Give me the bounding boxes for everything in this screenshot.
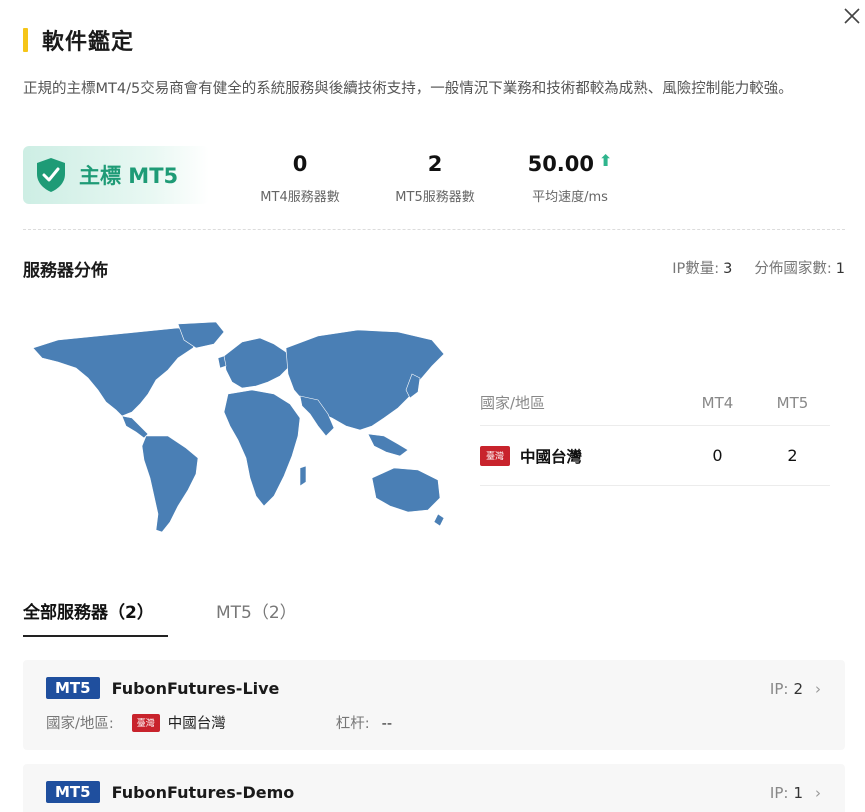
close-button[interactable] (842, 6, 862, 26)
region-label: 國家/地區: (46, 716, 114, 732)
server-name: FubonFutures-Live (111, 678, 280, 698)
map-asia (285, 329, 445, 431)
mt5-count: 2 (787, 446, 798, 465)
server-card-header: MT5 FubonFutures-Live (46, 677, 279, 699)
taiwan-flag-icon: 臺灣 (480, 445, 510, 466)
title-accent-bar (23, 28, 28, 52)
leverage: 杠杆: -- (336, 712, 392, 733)
column-header-region: 國家/地區 (480, 394, 546, 412)
server-details: 國家/地區: 臺灣 中國台灣 杠杆: -- (46, 712, 392, 733)
map-central-america (121, 415, 149, 439)
region-cell: 臺灣 中國台灣 (480, 445, 680, 467)
server-card-demo[interactable]: MT5 FubonFutures-Demo IP: 1 › (23, 764, 845, 812)
server-card-header: MT5 FubonFutures-Demo (46, 781, 294, 803)
stat-value: 50.00 (527, 152, 595, 176)
map-south-america (141, 435, 199, 533)
column-header-mt5: MT5 (776, 393, 809, 412)
country-count-value: 1 (835, 261, 845, 277)
platform-tag: MT5 (46, 677, 100, 699)
stat-label: MT4服務器數 (260, 190, 340, 205)
description: 正規的主標MT4/5交易商會有健全的系統服務與後續技術支持，一般情況下業務和技術… (23, 81, 793, 97)
country-count-label: 分佈國家數: (754, 261, 832, 277)
tab-mt5[interactable]: MT5（2） (216, 598, 297, 637)
stat-label: 平均速度/ms (532, 190, 608, 205)
map-australia (371, 467, 441, 513)
server-ip-count: IP: 1 › (770, 784, 821, 802)
distribution-summary: IP數量: 3 分佈國家數: 1 (672, 257, 845, 278)
chevron-right-icon: › (815, 680, 821, 698)
server-tabs: 全部服務器（2） MT5（2） (23, 598, 345, 637)
stat-mt4-servers: 0 MT4服務器數 (250, 150, 350, 205)
arrow-up-icon: ⬆ (599, 150, 613, 170)
region-value: 中國台灣 (167, 716, 226, 732)
ip-count-value: 3 (723, 261, 733, 277)
map-madagascar (299, 465, 307, 487)
mt4-count: 0 (712, 446, 723, 465)
leverage-value: -- (381, 716, 393, 732)
page-title: 軟件鑑定 (42, 30, 135, 55)
ip-count-stat: IP數量: 3 (672, 257, 732, 278)
header: 軟件鑑定 (23, 26, 135, 55)
divider (23, 229, 845, 230)
map-southeast-asia (367, 433, 409, 457)
stat-label: MT5服務器數 (395, 190, 475, 205)
close-icon (844, 8, 860, 24)
map-europe (223, 337, 291, 389)
taiwan-flag-icon: 臺灣 (131, 713, 160, 732)
region-table: 國家/地區 MT4 MT5 臺灣 中國台灣 0 2 (480, 380, 830, 486)
shield-check-icon (37, 158, 65, 192)
region-name: 中國台灣 (520, 447, 583, 466)
ip-label: IP: (769, 784, 789, 802)
region-table-header: 國家/地區 MT4 MT5 (480, 380, 830, 426)
country-count-stat: 分佈國家數: 1 (754, 257, 845, 278)
ip-count-label: IP數量: (672, 261, 720, 277)
ip-value: 1 (793, 784, 803, 802)
chevron-right-icon: › (815, 784, 821, 802)
ip-value: 2 (793, 680, 803, 698)
server-ip-count: IP: 2 › (770, 680, 821, 698)
stat-value: 0 (292, 152, 308, 176)
platform-tag: MT5 (46, 781, 100, 803)
table-row: 臺灣 中國台灣 0 2 (480, 426, 830, 486)
stat-value-row: 50.00 ⬆ (520, 150, 620, 178)
badge-label: 主標 MT5 (79, 164, 179, 188)
software-badge: 主標 MT5 (23, 146, 209, 204)
ip-label: IP: (769, 680, 789, 698)
map-africa (223, 389, 301, 507)
map-new-zealand (433, 513, 445, 527)
server-name: FubonFutures-Demo (111, 782, 295, 802)
server-card-live[interactable]: MT5 FubonFutures-Live IP: 2 › 國家/地區: 臺灣 … (23, 660, 845, 750)
stat-value: 2 (427, 152, 443, 176)
tab-all-servers[interactable]: 全部服務器（2） (23, 598, 168, 637)
section-title: 服務器分佈 (23, 261, 108, 281)
stat-average-speed: 50.00 ⬆ 平均速度/ms (520, 150, 620, 206)
leverage-label: 杠杆: (335, 716, 370, 732)
map-north-america (32, 327, 204, 417)
stat-mt5-servers: 2 MT5服務器數 (385, 150, 485, 205)
column-header-mt4: MT4 (701, 393, 734, 412)
world-map (32, 321, 445, 533)
